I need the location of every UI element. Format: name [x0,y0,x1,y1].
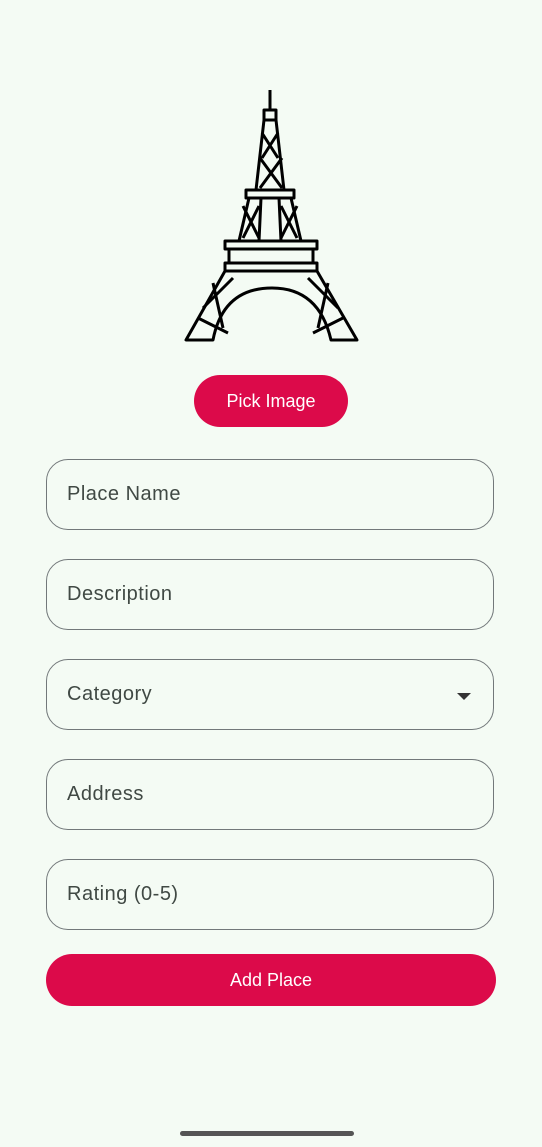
rating-label: Rating (0-5) [67,883,179,905]
category-dropdown[interactable]: Category [46,659,494,730]
home-indicator[interactable] [180,1131,354,1136]
description-label: Description [67,583,173,605]
dropdown-arrow-icon [457,693,471,700]
description-input[interactable]: Description [46,559,494,630]
eiffel-tower-image [184,90,359,342]
address-label: Address [67,783,144,805]
category-label: Category [67,683,153,705]
pick-image-button[interactable]: Pick Image [194,375,348,427]
place-name-input[interactable]: Place Name [46,459,494,530]
place-name-label: Place Name [67,483,181,505]
add-place-button[interactable]: Add Place [46,954,496,1006]
rating-input[interactable]: Rating (0-5) [46,859,494,930]
address-input[interactable]: Address [46,759,494,830]
